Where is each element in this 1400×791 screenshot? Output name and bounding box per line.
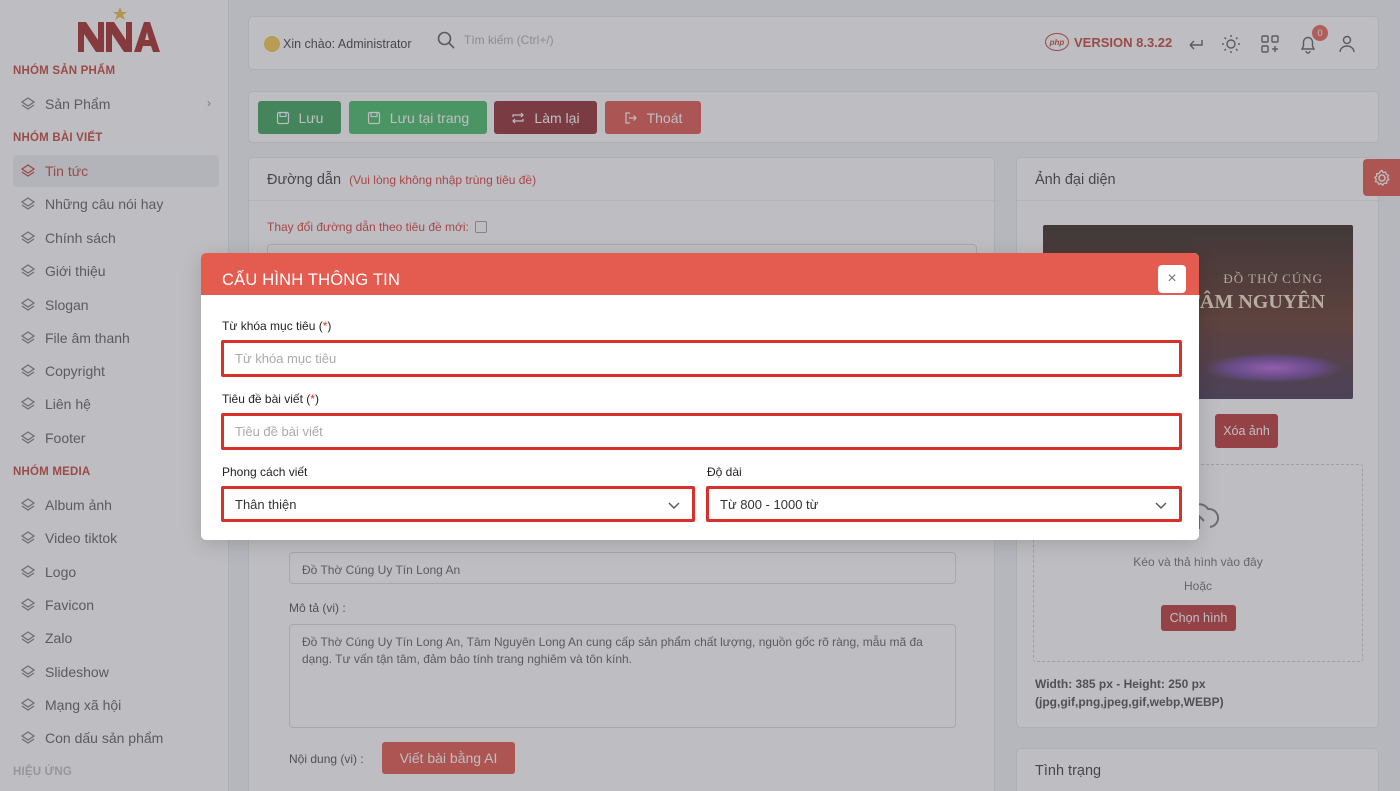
keyword-input[interactable] — [221, 340, 1182, 377]
chevron-down-icon — [668, 502, 680, 509]
post-title-label: Tiêu đề bài viết (*) — [222, 392, 319, 406]
close-icon: × — [1167, 270, 1177, 287]
config-modal: CẤU HÌNH THÔNG TIN × Từ khóa mục tiêu (*… — [201, 253, 1199, 540]
post-title-label-text: Tiêu đề bài viết ( — [222, 392, 311, 406]
writing-style-label: Phong cách viết — [222, 465, 308, 479]
close-button[interactable]: × — [1158, 265, 1186, 293]
required-marker: * — [322, 319, 328, 333]
length-select[interactable]: Từ 800 - 1000 từ — [706, 486, 1182, 522]
writing-style-value: Thân thiện — [235, 496, 297, 512]
required-marker: * — [310, 392, 315, 406]
modal-header: CẤU HÌNH THÔNG TIN — [201, 253, 1199, 295]
chevron-down-icon — [1155, 502, 1167, 509]
length-value: Từ 800 - 1000 từ — [720, 496, 819, 512]
keyword-label: Từ khóa mục tiêu (*) — [222, 319, 332, 333]
keyword-label-text: Từ khóa mục tiêu ( — [222, 319, 323, 333]
post-title-input[interactable] — [221, 413, 1182, 450]
writing-style-select[interactable]: Thân thiện — [221, 486, 695, 522]
length-label: Độ dài — [707, 465, 742, 479]
modal-title: CẤU HÌNH THÔNG TIN — [222, 271, 401, 289]
